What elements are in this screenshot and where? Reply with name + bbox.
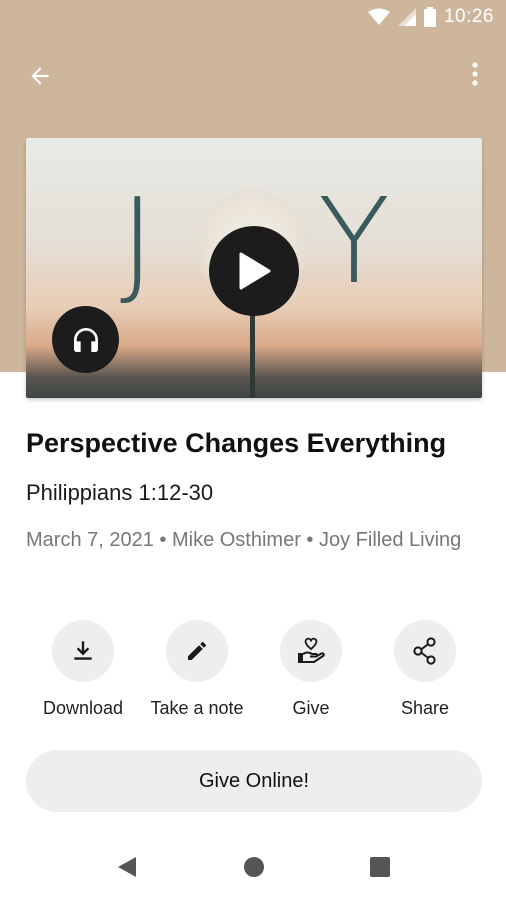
audio-button[interactable] (52, 306, 119, 373)
signal-icon (397, 8, 416, 26)
more-options-button[interactable] (460, 56, 490, 92)
artwork-letter-j: J (120, 172, 155, 310)
back-button[interactable] (22, 58, 58, 94)
share-icon (413, 637, 436, 665)
play-icon (239, 252, 271, 290)
give-button-circle (280, 620, 342, 682)
give-online-label: Give Online! (198, 769, 310, 792)
sermon-meta: March 7, 2021 • Mike Osthimer • Joy Fill… (26, 529, 462, 551)
download-button-circle (52, 620, 114, 682)
circle-home-icon (244, 857, 264, 877)
share-label: Share (400, 698, 450, 718)
share-button[interactable]: Share (368, 620, 482, 719)
download-label: Download (42, 698, 124, 718)
status-icons: 10:26 (367, 6, 494, 28)
sermon-artwork: J Y (26, 138, 482, 398)
take-a-note-label: Take a note (150, 698, 244, 718)
sermon-title: Perspective Changes Everything (26, 428, 447, 458)
headphones-icon (73, 327, 98, 352)
share-button-circle (394, 620, 456, 682)
triangle-back-icon (118, 857, 136, 877)
square-recents-icon (370, 857, 390, 877)
arrow-back-icon (31, 67, 49, 85)
status-time: 10:26 (443, 6, 494, 27)
give-button[interactable]: Give (254, 620, 368, 719)
action-row: Download Take a note Give Share (26, 620, 482, 730)
status-bar: 10:26 (0, 0, 506, 36)
nav-home-button[interactable] (239, 852, 269, 882)
download-icon (74, 641, 92, 660)
give-hand-heart-icon (298, 637, 325, 663)
give-online-button[interactable]: Give Online! (26, 750, 482, 812)
download-button[interactable]: Download (26, 620, 140, 719)
nav-recents-button[interactable] (365, 852, 395, 882)
play-button[interactable] (209, 226, 299, 316)
nav-back-button[interactable] (112, 852, 142, 882)
take-a-note-button-circle (166, 620, 228, 682)
pencil-icon (188, 642, 206, 660)
artwork-letter-y: Y (318, 172, 391, 310)
navigation-bar (0, 830, 506, 900)
battery-icon (423, 7, 436, 27)
take-a-note-button[interactable]: Take a note (140, 620, 254, 719)
wifi-icon (367, 8, 390, 25)
give-label: Give (292, 698, 330, 718)
more-vertical-icon (472, 62, 478, 86)
scripture-reference: Philippians 1:12-30 (26, 480, 214, 505)
